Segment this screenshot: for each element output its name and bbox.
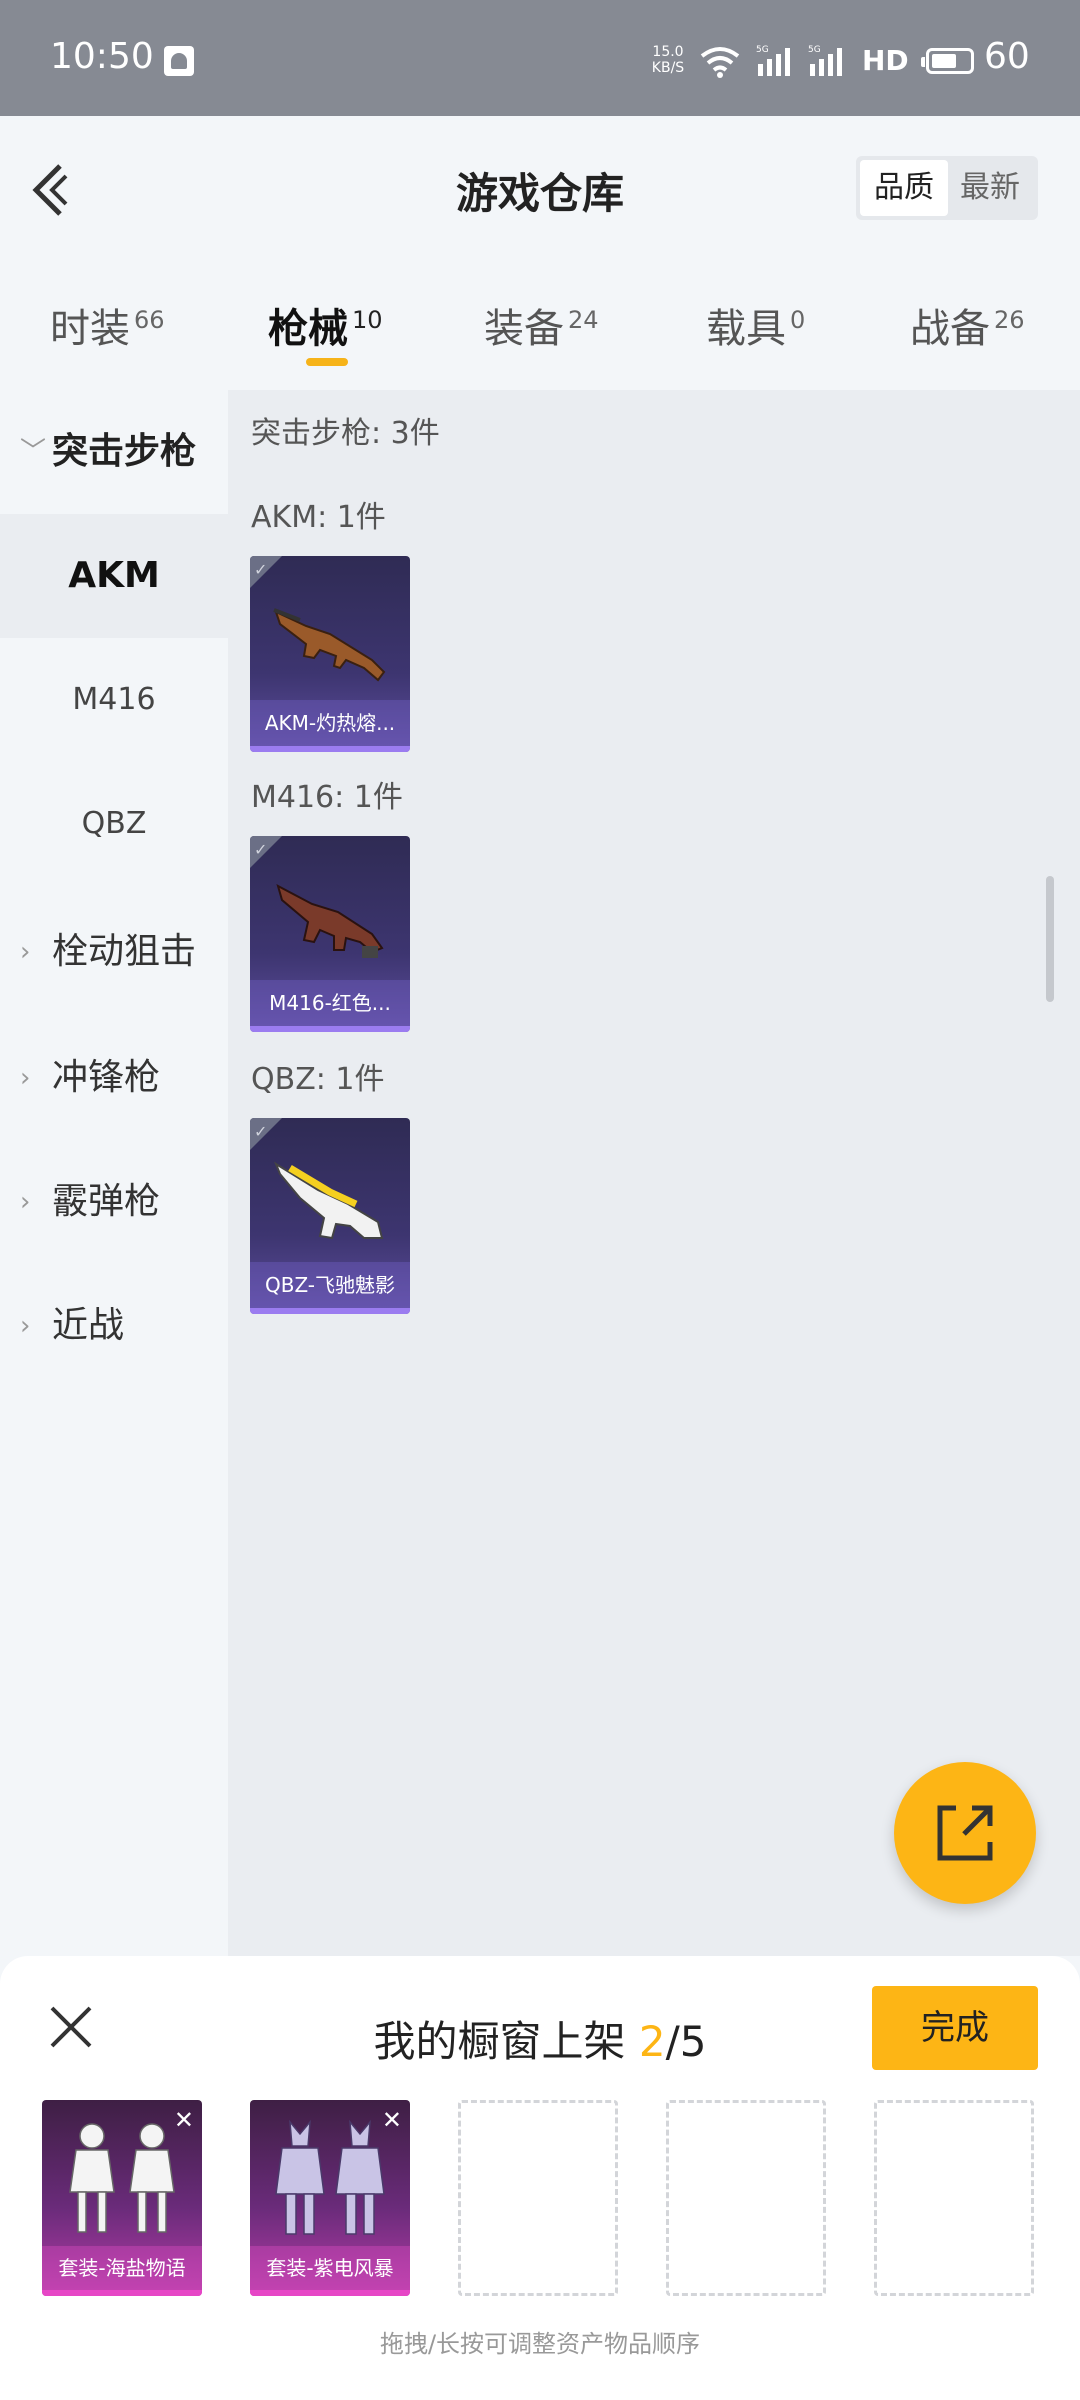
svg-text:5G: 5G <box>808 45 821 55</box>
net-speed: 15.0 KB/S <box>648 44 688 76</box>
battery-level: 60 <box>984 36 1030 77</box>
done-button[interactable]: 完成 <box>872 1986 1038 2070</box>
showcase-panel: 我的橱窗上架 2/5 完成 ✕ 套装-海盐物语 ✕ 套装-紫电风暴 拖拽/长按可… <box>0 1956 1080 2400</box>
showcase-count-total: /5 <box>665 2017 707 2066</box>
chevron-right-icon: › <box>20 1063 31 1093</box>
sidebar-category-label: 突击步枪 <box>52 431 197 472</box>
group-header-qbz: QBZ: 1件 <box>251 1062 385 1097</box>
sidebar-category-label: 栓动狙击 <box>52 931 197 972</box>
rarity-bar <box>250 2290 410 2296</box>
tab-supplies[interactable]: 战备 26 <box>910 296 1025 354</box>
chevron-right-icon: › <box>20 1187 31 1217</box>
item-name: M416-红色... <box>250 980 410 1026</box>
share-icon <box>937 1805 993 1861</box>
chevron-right-icon: › <box>20 937 31 967</box>
tab-count: 10 <box>352 306 383 334</box>
sidebar-category-bolt-sniper[interactable]: › 栓动狙击 <box>0 912 228 992</box>
rarity-bar <box>250 1308 410 1314</box>
sidebar-category-smg[interactable]: › 冲锋枪 <box>0 1038 228 1118</box>
sort-quality-button[interactable]: 品质 <box>860 160 948 216</box>
slot-item-name: 套装-紫电风暴 <box>250 2246 410 2290</box>
rifle-akm-icon <box>273 608 386 682</box>
rifle-m416-icon <box>276 884 384 958</box>
tab-fashion[interactable]: 时装 66 <box>50 296 165 354</box>
tab-label: 装备 <box>484 306 564 352</box>
reorder-hint: 拖拽/长按可调整资产物品顺序 <box>379 2330 701 2358</box>
rarity-bar <box>250 746 410 752</box>
sort-newest-button[interactable]: 最新 <box>946 160 1034 216</box>
net-speed-value: 15.0 <box>652 44 684 60</box>
rifle-qbz-icon <box>273 1161 384 1240</box>
outfit-figure-icon <box>275 2119 385 2235</box>
tab-equipment[interactable]: 装备 24 <box>484 296 599 354</box>
active-tab-indicator <box>306 358 348 366</box>
wifi-icon <box>700 47 740 78</box>
signal-5g-icon: 5G <box>808 45 842 76</box>
svg-text:5G: 5G <box>756 45 769 55</box>
sidebar-category-shotgun[interactable]: › 霰弹枪 <box>0 1162 228 1242</box>
sidebar-item-qbz[interactable]: QBZ <box>0 762 228 886</box>
showcase-title-text: 我的橱窗上架 <box>373 2017 639 2066</box>
header: 游戏仓库 品质 最新 <box>0 116 1080 262</box>
group-header-akm: AKM: 1件 <box>251 500 386 535</box>
section-header: 突击步枪: 3件 <box>251 416 440 451</box>
remove-icon[interactable]: ✕ <box>382 2106 402 2134</box>
item-name: QBZ-飞驰魅影 <box>250 1262 410 1308</box>
hd-indicator: HD <box>862 44 909 77</box>
tab-count: 24 <box>568 306 599 334</box>
notification-icon <box>164 46 194 76</box>
tab-vehicles[interactable]: 载具 0 <box>706 296 805 354</box>
status-bar: 10:50 15.0 KB/S 5G 5G HD 60 <box>0 0 1080 116</box>
outfit-figure-icon <box>69 2123 175 2233</box>
showcase-count-current: 2 <box>638 2017 666 2066</box>
sidebar-category-label: 霰弹枪 <box>52 1181 161 1222</box>
tab-label: 枪械 <box>268 306 348 352</box>
item-list: 突击步枪: 3件 AKM: 1件 ✓ AKM-灼热熔... M416: 1件 ✓… <box>228 390 1080 1956</box>
scrollbar[interactable] <box>1046 876 1054 1002</box>
remove-icon[interactable]: ✕ <box>174 2106 194 2134</box>
status-time: 10:50 <box>50 36 154 77</box>
tab-label: 载具 <box>706 306 786 352</box>
signal-5g-icon: 5G <box>756 45 790 76</box>
sidebar-item-akm[interactable]: AKM <box>0 514 228 638</box>
chevron-down-icon: ﹀ <box>20 437 47 467</box>
share-button[interactable] <box>894 1762 1036 1904</box>
rarity-bar <box>250 1026 410 1032</box>
sidebar-category-label: 冲锋枪 <box>52 1057 161 1098</box>
sidebar-category-assault-rifles[interactable]: ﹀ 突击步枪 <box>0 412 228 492</box>
sidebar-category-label: 近战 <box>52 1305 125 1346</box>
sidebar: ﹀ 突击步枪 AKM M416 QBZ › 栓动狙击 › 冲锋枪 › 霰弹枪 ›… <box>0 390 228 1956</box>
tab-label: 战备 <box>910 306 990 352</box>
item-card-qbz[interactable]: ✓ QBZ-飞驰魅影 <box>250 1118 410 1314</box>
tab-label: 时装 <box>50 306 130 352</box>
sort-toggle: 品质 最新 <box>856 156 1038 220</box>
sidebar-item-m416[interactable]: M416 <box>0 638 228 762</box>
showcase-slot-empty[interactable] <box>458 2100 618 2296</box>
showcase-slot-empty[interactable] <box>666 2100 826 2296</box>
tab-count: 66 <box>134 306 165 334</box>
battery-icon <box>921 48 974 74</box>
slot-item-name: 套装-海盐物语 <box>42 2246 202 2290</box>
item-card-akm[interactable]: ✓ AKM-灼热熔... <box>250 556 410 752</box>
group-header-m416: M416: 1件 <box>251 780 403 815</box>
rarity-bar <box>42 2290 202 2296</box>
sidebar-category-melee[interactable]: › 近战 <box>0 1286 228 1366</box>
tab-count: 0 <box>790 306 806 334</box>
showcase-slot-empty[interactable] <box>874 2100 1034 2296</box>
item-name: AKM-灼热熔... <box>250 700 410 746</box>
category-tabs: 时装 66 枪械 10 装备 24 载具 0 战备 26 <box>0 262 1080 390</box>
tab-count: 26 <box>994 306 1025 334</box>
showcase-slot-1[interactable]: ✕ 套装-海盐物语 <box>42 2100 202 2296</box>
tab-guns[interactable]: 枪械 10 <box>268 296 383 354</box>
item-card-m416[interactable]: ✓ M416-红色... <box>250 836 410 1032</box>
net-speed-unit: KB/S <box>651 60 685 76</box>
chevron-right-icon: › <box>20 1311 31 1341</box>
showcase-slot-2[interactable]: ✕ 套装-紫电风暴 <box>250 2100 410 2296</box>
